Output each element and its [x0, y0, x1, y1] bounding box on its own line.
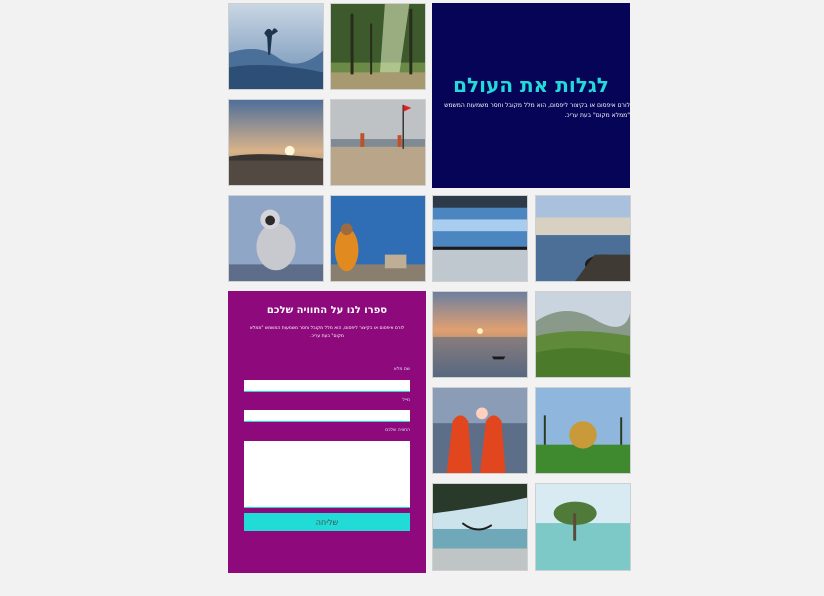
submit-button[interactable]: שליחה	[244, 513, 410, 531]
email-label: מייל	[402, 398, 410, 403]
gallery-photo-langur-monkey[interactable]	[228, 195, 324, 282]
gallery-photo-sunset-lake[interactable]	[228, 99, 324, 186]
gallery-photo-train[interactable]	[432, 195, 528, 282]
experience-form-panel: ספרו לנו על החוויה שלכם לורם איפסום או ב…	[228, 291, 426, 573]
email-input[interactable]	[244, 410, 410, 422]
hero-title: לגלות את העולם	[453, 73, 609, 97]
gallery-photo-misty-mountain[interactable]	[228, 3, 324, 90]
gallery-photo-palm-forest[interactable]	[330, 3, 426, 90]
experience-label: החוויה שלכם	[385, 428, 410, 433]
gallery-photo-hammock-beach[interactable]	[432, 483, 528, 571]
gallery-photo-beach-flag[interactable]	[330, 99, 426, 186]
name-input[interactable]	[244, 380, 410, 392]
gallery-photo-sadhu[interactable]	[330, 195, 426, 282]
gallery-photo-mangrove[interactable]	[535, 483, 631, 571]
hero-panel: לגלות את העולם לורם איפסום או בקיצור ליפ…	[432, 3, 630, 188]
name-label: שם מלא	[393, 367, 410, 372]
hero-text: לורם איפסום או בקיצור ליפסום, הוא מלל מק…	[444, 102, 630, 119]
gallery-photo-two-women-sunset[interactable]	[432, 387, 528, 474]
gallery-photo-golden-dome[interactable]	[535, 387, 631, 474]
gallery-photo-tea-plantation[interactable]	[535, 291, 631, 378]
gallery-photo-ghat-cow[interactable]	[535, 195, 631, 282]
experience-textarea[interactable]	[244, 441, 410, 508]
form-intro: לורם איפסום או בקיצור ליפסום, הוא מלל מק…	[249, 326, 405, 339]
form-title: ספרו לנו על החוויה שלכם	[266, 305, 388, 316]
gallery-photo-boat-sunset[interactable]	[432, 291, 528, 378]
